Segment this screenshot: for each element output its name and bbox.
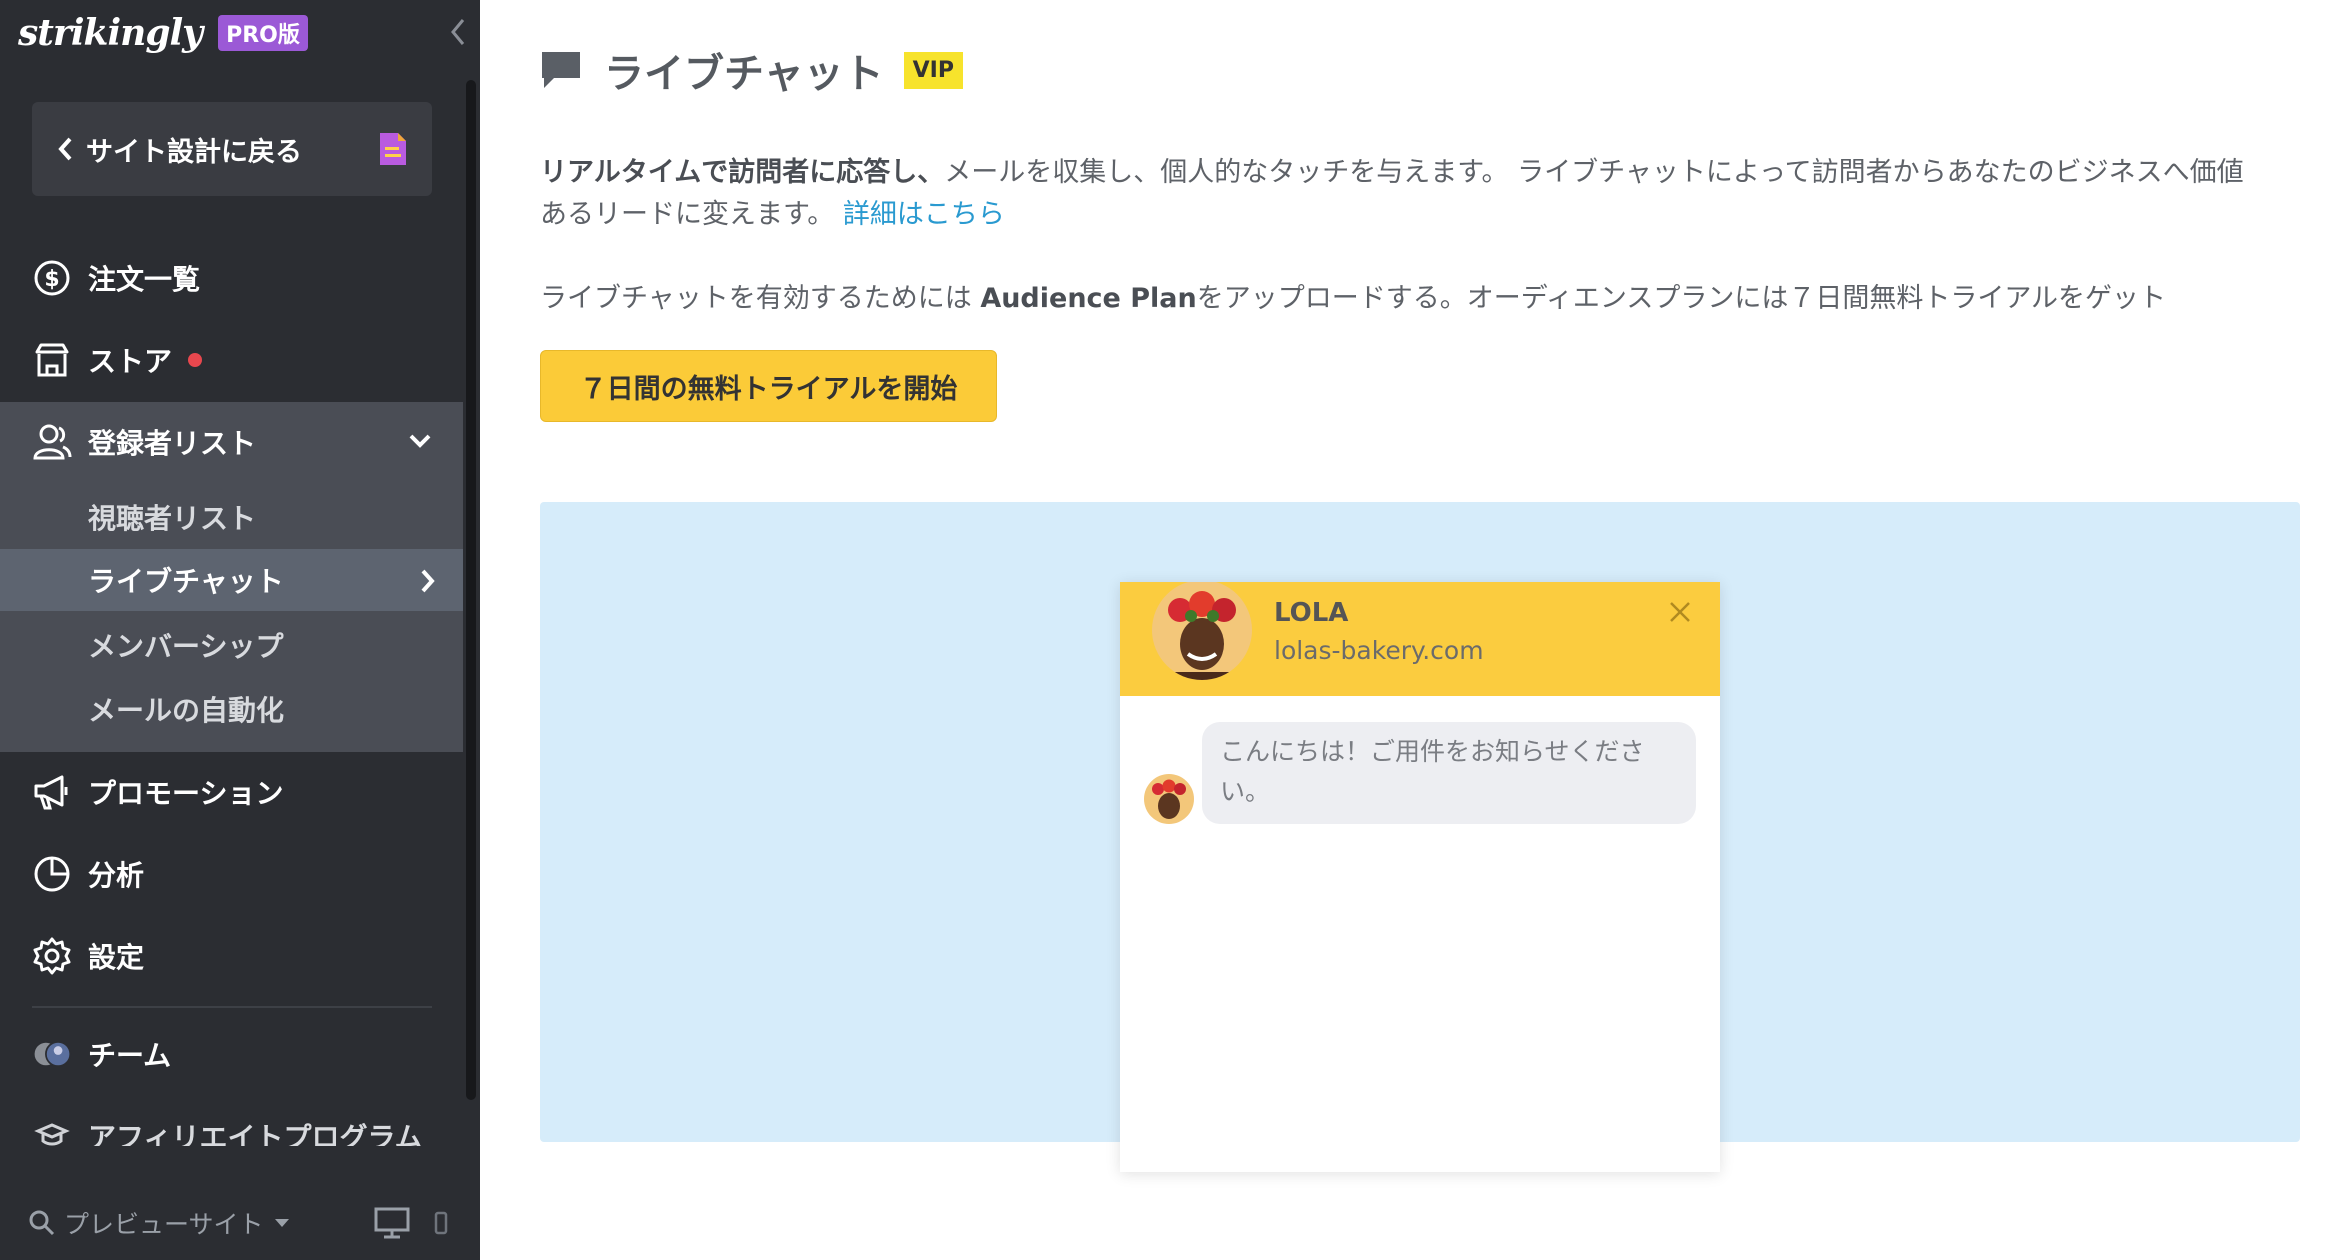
chat-widget-preview: LOLA lolas-bakery.com こんにちは！ご用件をお知らせください…	[1120, 582, 1720, 1172]
dollar-circle-icon: $	[32, 258, 72, 298]
chat-widget-header: LOLA lolas-bakery.com	[1120, 582, 1720, 696]
message-avatar	[1144, 774, 1194, 824]
svg-text:$: $	[44, 267, 59, 292]
subnav-label: メンバーシップ	[88, 630, 284, 663]
nav-item-orders[interactable]: $ 注文一覧	[0, 246, 463, 310]
pro-badge: PRO版	[218, 15, 308, 51]
desktop-icon[interactable]	[374, 1207, 410, 1239]
start-free-trial-button[interactable]: ７日間の無料トライアルを開始	[540, 350, 997, 422]
sidebar-scrollbar[interactable]	[466, 80, 476, 1100]
logo-row: strikingly PRO版	[18, 8, 308, 58]
subnav-item-email-automation[interactable]: メールの自動化	[0, 678, 463, 740]
nav-item-label: 分析	[88, 859, 145, 892]
notification-dot	[188, 353, 203, 367]
sidebar: strikingly PRO版 サイト設計に戻る $ 注文一覧 ストア 登録者リ…	[0, 0, 480, 1260]
megaphone-icon	[32, 772, 72, 812]
close-icon[interactable]	[1668, 600, 1692, 624]
mobile-icon[interactable]	[434, 1211, 448, 1235]
subnav-label: 視聴者リスト	[88, 502, 257, 535]
chevron-right-icon	[421, 569, 435, 593]
users-icon	[32, 422, 72, 462]
affiliate-icon	[32, 1116, 72, 1146]
strikingly-logo[interactable]: strikingly	[18, 12, 203, 54]
subnav-label: ライブチャット	[88, 565, 284, 598]
upgrade-paragraph: ライブチャットを有効するためには Audience Planをアップロードする。…	[540, 278, 2260, 320]
chat-message-bubble: こんにちは！ご用件をお知らせください。	[1202, 722, 1696, 824]
store-icon	[32, 340, 72, 380]
learn-more-link[interactable]: 詳細はこちら	[843, 199, 1005, 230]
pie-chart-icon	[32, 854, 72, 894]
audience-plan-name: Audience Plan	[980, 283, 1197, 314]
agent-avatar	[1152, 582, 1252, 680]
search-icon[interactable]	[28, 1209, 56, 1237]
nav-item-analytics[interactable]: 分析	[0, 842, 463, 906]
preview-site-label[interactable]: プレビューサイト	[64, 1205, 264, 1241]
nav-item-label: ストア	[88, 345, 173, 378]
vip-badge: VIP	[903, 51, 963, 89]
chevron-down-icon	[409, 434, 431, 448]
caret-down-icon[interactable]	[274, 1218, 290, 1228]
nav-item-label: アフィリエイトプログラム	[88, 1121, 423, 1146]
nav-item-store[interactable]: ストア	[0, 328, 463, 392]
preview-site-bar: プレビューサイト	[28, 1200, 458, 1246]
nav-item-settings[interactable]: 設定	[0, 924, 463, 988]
chevron-left-icon	[58, 137, 72, 161]
back-to-site-editor-button[interactable]: サイト設計に戻る	[32, 102, 432, 196]
intro-paragraph: リアルタイムで訪問者に応答し、メールを収集し、個人的なタッチを与えます。 ライブ…	[540, 152, 2260, 236]
nav-item-affiliate[interactable]: アフィリエイトプログラム	[0, 1102, 463, 1146]
subnav-item-membership[interactable]: メンバーシップ	[0, 614, 463, 676]
upgrade-text-after: をアップロードする。オーディエンスプランには７日間無料トライアルをゲット	[1196, 283, 2167, 314]
nav-item-label: チーム	[88, 1039, 172, 1072]
nav-item-subscribers[interactable]: 登録者リスト	[0, 410, 463, 474]
page-header: ライブチャット VIP	[540, 40, 963, 100]
page-title: ライブチャット	[604, 51, 884, 97]
nav-item-promotion[interactable]: プロモーション	[0, 760, 463, 824]
upgrade-text-before: ライブチャットを有効するためには	[540, 283, 981, 314]
intro-bold-text: リアルタイムで訪問者に応答し、	[540, 157, 945, 188]
agent-name: LOLA	[1274, 598, 1349, 628]
gear-icon	[32, 936, 72, 976]
back-button-label: サイト設計に戻る	[86, 136, 302, 168]
subnav-label: メールの自動化	[88, 694, 285, 727]
subnav-item-audience-list[interactable]: 視聴者リスト	[0, 486, 463, 548]
main-content: ライブチャット VIP リアルタイムで訪問者に応答し、メールを収集し、個人的なタ…	[480, 0, 2328, 1260]
nav-item-label: プロモーション	[88, 777, 284, 810]
collapse-sidebar-icon[interactable]	[446, 14, 470, 50]
team-avatars-icon	[32, 1034, 72, 1074]
document-icon	[380, 133, 406, 165]
nav-item-label: 登録者リスト	[88, 427, 257, 460]
subnav-item-live-chat[interactable]: ライブチャット	[0, 549, 463, 611]
nav-item-label: 注文一覧	[88, 263, 201, 296]
chat-bubble-icon	[542, 52, 580, 88]
nav-item-label: 設定	[88, 941, 145, 974]
sidebar-divider	[32, 1006, 432, 1008]
agent-domain: lolas-bakery.com	[1274, 636, 1484, 665]
nav-item-team[interactable]: チーム	[0, 1022, 463, 1086]
